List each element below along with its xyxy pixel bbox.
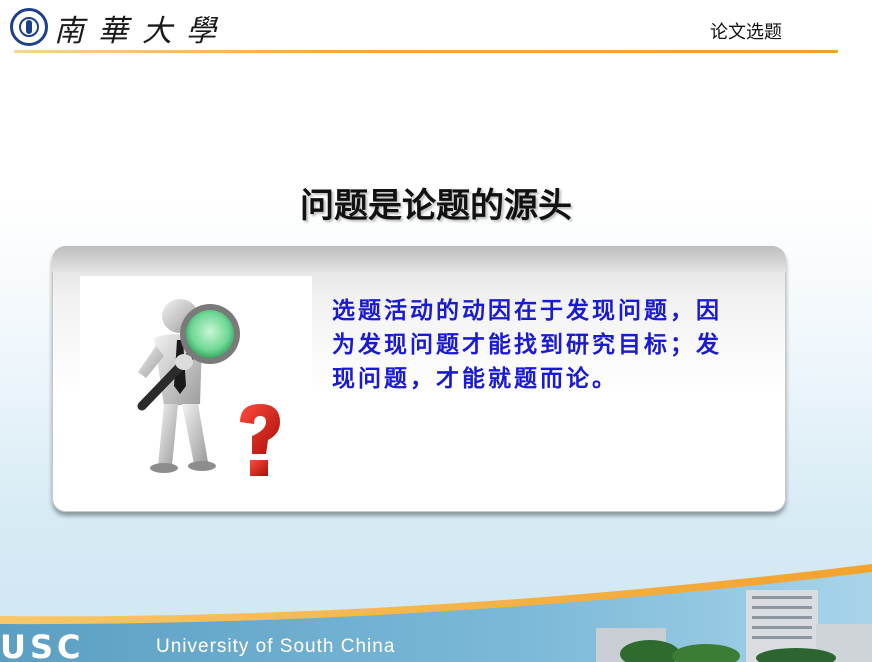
content-panel: 选题活动的动因在于发现问题，因为发现问题才能找到研究目标；发现问题，才能就题而论…	[52, 246, 786, 512]
usc-logo-mark: USC	[0, 628, 85, 662]
panel-header-bar	[52, 246, 786, 272]
slide-header: 南華大學 论文选题	[0, 0, 872, 56]
campus-buildings-icon	[596, 590, 872, 662]
university-logo-text: 南華大學	[54, 14, 230, 49]
illustration-figure	[80, 276, 312, 494]
university-seal-icon	[10, 8, 48, 46]
slide-footer	[0, 560, 872, 662]
university-english-name: University of South China	[156, 636, 396, 657]
body-text: 选题活动的动因在于发现问题，因为发现问题才能找到研究目标；发现问题，才能就题而论…	[332, 297, 722, 392]
slide-title: 问题是论题的源头	[300, 186, 572, 226]
header-divider	[14, 50, 838, 53]
magnifier-person-icon	[137, 299, 280, 476]
section-label: 论文选题	[710, 22, 782, 43]
